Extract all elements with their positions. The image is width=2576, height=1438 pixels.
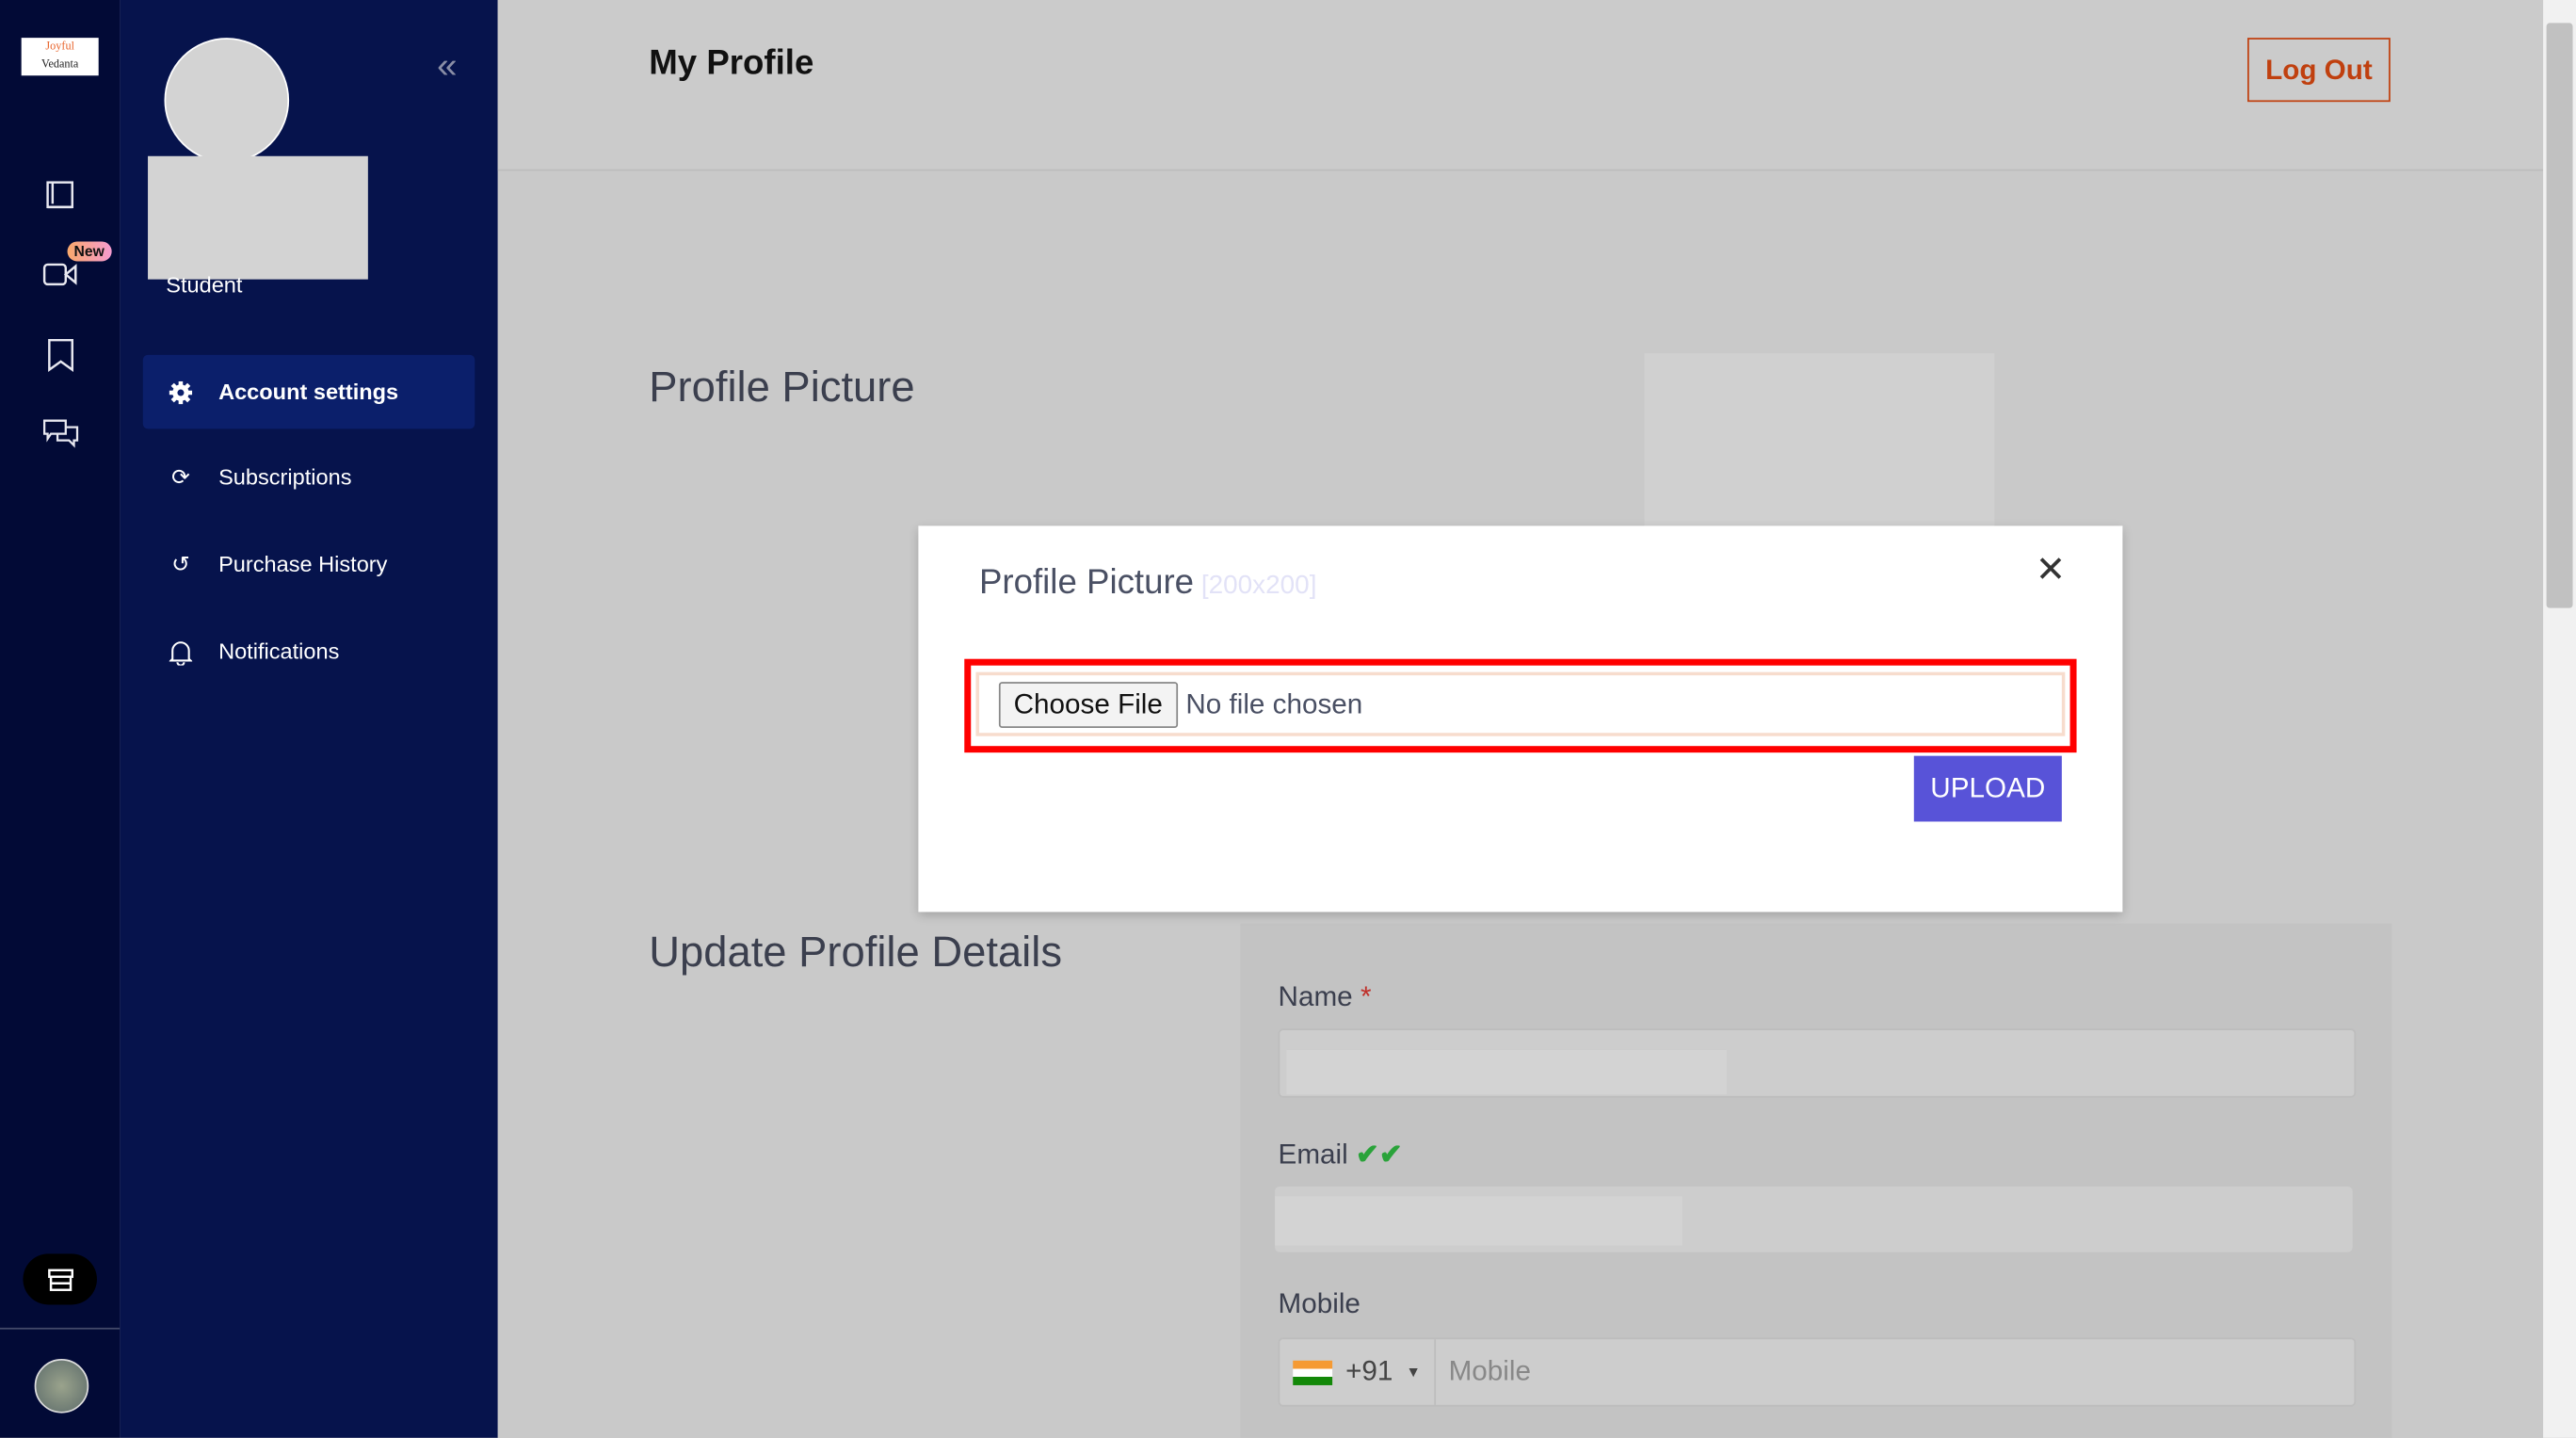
user-role: Student bbox=[166, 272, 243, 298]
profile-avatar bbox=[164, 38, 290, 163]
section-update-details: Update Profile Details bbox=[649, 927, 1063, 977]
sidebar-item-label: Account settings bbox=[218, 380, 399, 405]
choose-file-button[interactable]: Choose File bbox=[998, 681, 1178, 728]
sidebar-item-subscriptions[interactable]: ⟳ Subscriptions bbox=[143, 441, 475, 515]
name-input[interactable] bbox=[1278, 1028, 2357, 1098]
redacted-email-value bbox=[1275, 1196, 1682, 1246]
country-selector[interactable]: +91 ▼ bbox=[1280, 1339, 1436, 1405]
profile-picture-modal: Profile Picture [200x200] ✕ Choose File … bbox=[918, 525, 2123, 913]
chat-icon[interactable] bbox=[42, 417, 79, 450]
history-icon: ↺ bbox=[171, 551, 190, 576]
modal-title: Profile Picture [200x200] bbox=[978, 563, 1317, 602]
video-icon[interactable] bbox=[42, 260, 78, 289]
collapse-sidebar-icon[interactable]: « bbox=[437, 44, 457, 87]
logout-button[interactable]: Log Out bbox=[2247, 38, 2391, 103]
gear-icon bbox=[169, 380, 193, 404]
logo[interactable]: Joyful Vedanta bbox=[21, 38, 99, 76]
sidebar-item-label: Purchase History bbox=[218, 552, 388, 577]
sidebar-item-label: Subscriptions bbox=[218, 464, 352, 490]
new-badge: New bbox=[67, 241, 111, 262]
redacted-name bbox=[148, 155, 368, 280]
store-icon bbox=[47, 1268, 73, 1291]
profile-picture-preview bbox=[1644, 353, 1995, 535]
verified-check-icon: ✔✔ bbox=[1355, 1139, 1403, 1171]
email-label: Email ✔✔ bbox=[1278, 1139, 1403, 1171]
mobile-input[interactable]: +91 ▼ Mobile bbox=[1278, 1337, 2357, 1407]
divider bbox=[0, 1327, 121, 1330]
section-profile-picture: Profile Picture bbox=[649, 361, 915, 412]
file-input[interactable]: Choose File No file chosen bbox=[975, 671, 2066, 736]
bell-icon bbox=[169, 640, 193, 665]
close-icon[interactable]: ✕ bbox=[2036, 549, 2066, 591]
sidebar-item-label: Notifications bbox=[218, 638, 340, 664]
icon-rail: Joyful Vedanta New bbox=[0, 0, 121, 1438]
redacted-name-value bbox=[1286, 1049, 1727, 1095]
sidebar-item-purchase-history[interactable]: ↺ Purchase History bbox=[143, 527, 475, 602]
bookmark-icon[interactable] bbox=[46, 337, 75, 373]
file-status: No file chosen bbox=[1185, 687, 1363, 719]
caret-down-icon: ▼ bbox=[1406, 1364, 1421, 1381]
sidebar-item-notifications[interactable]: Notifications bbox=[143, 615, 475, 689]
sidebar-item-account-settings[interactable]: Account settings bbox=[142, 354, 475, 429]
store-button[interactable] bbox=[23, 1253, 97, 1305]
profile-form: Name * Email ✔✔ Mobile +91 ▼ Mobile bbox=[1240, 923, 2392, 1438]
page-title: My Profile bbox=[649, 44, 814, 83]
name-label: Name * bbox=[1278, 980, 1372, 1012]
refresh-icon: ⟳ bbox=[171, 463, 190, 490]
header: My Profile Log Out bbox=[497, 0, 2544, 171]
mobile-label: Mobile bbox=[1278, 1288, 1360, 1320]
book-icon[interactable] bbox=[44, 179, 77, 212]
upload-button[interactable]: UPLOAD bbox=[1913, 755, 2062, 822]
sidebar: Student « bbox=[120, 0, 498, 1438]
highlight-box: Choose File No file chosen bbox=[964, 658, 2077, 753]
email-input[interactable] bbox=[1275, 1186, 2353, 1252]
mobile-placeholder: Mobile bbox=[1448, 1355, 1532, 1387]
india-flag-icon bbox=[1293, 1359, 1333, 1385]
user-avatar[interactable] bbox=[34, 1359, 89, 1414]
scrollbar-thumb[interactable] bbox=[2546, 23, 2573, 608]
